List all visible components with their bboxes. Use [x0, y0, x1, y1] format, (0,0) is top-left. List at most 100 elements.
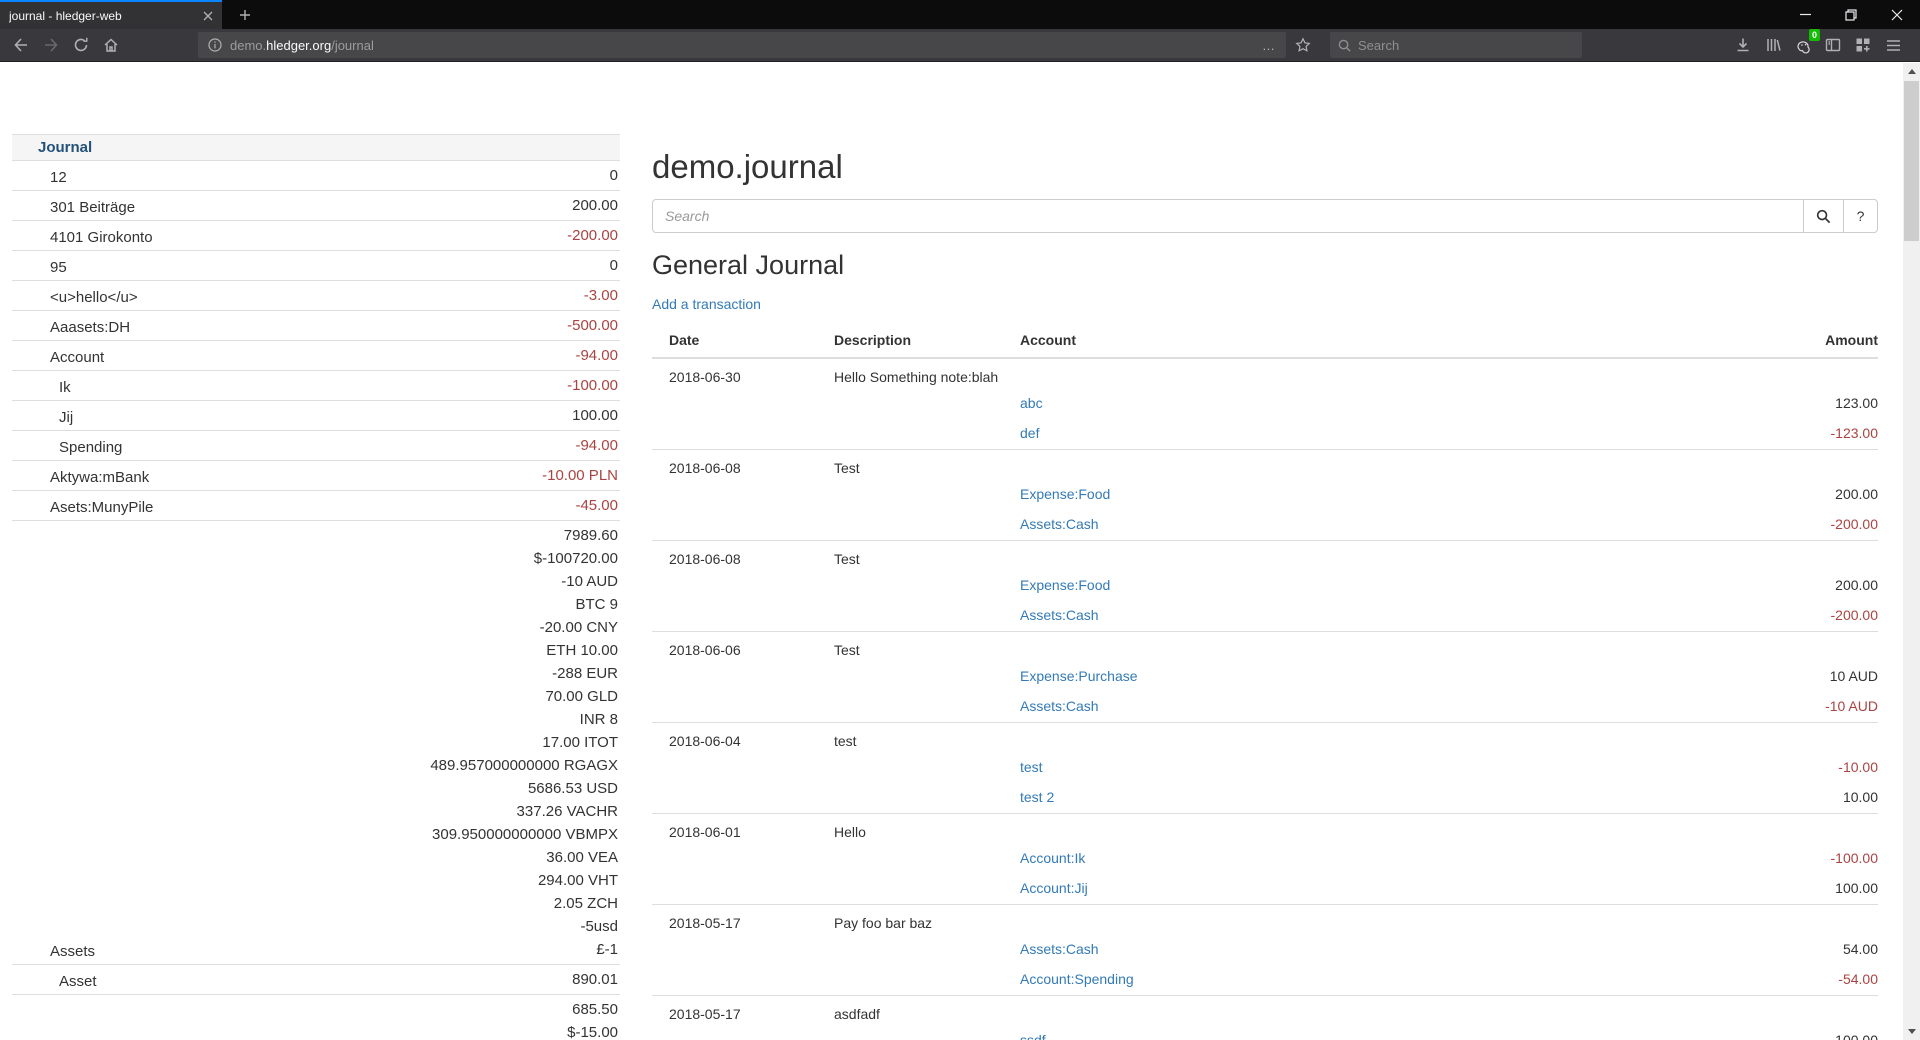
- page-actions-icon[interactable]: …: [1262, 38, 1276, 53]
- posting-account-cell: Assets:Cash: [1020, 601, 1648, 632]
- spacer-cell: [652, 965, 834, 996]
- tab-close-icon[interactable]: [203, 11, 213, 21]
- journal-search-button[interactable]: [1804, 199, 1844, 233]
- home-button[interactable]: [96, 32, 126, 58]
- scrollbar-thumb[interactable]: [1904, 81, 1919, 241]
- posting-account-link[interactable]: Assets:Cash: [1020, 698, 1099, 714]
- posting-account-link[interactable]: Expense:Food: [1020, 577, 1110, 593]
- sidebar-account-name[interactable]: 301 Beiträge: [12, 191, 272, 221]
- posting-account-link[interactable]: test 2: [1020, 789, 1054, 805]
- posting-account-link[interactable]: ssdf: [1020, 1032, 1046, 1040]
- spacer-cell: [1648, 358, 1878, 389]
- window-close-button[interactable]: [1874, 0, 1920, 29]
- transaction-description: Hello Something note:blah: [834, 358, 1020, 389]
- new-tab-button[interactable]: [232, 4, 258, 26]
- sidebar-account-balance: -500.00: [272, 311, 620, 341]
- sidebar-account-name[interactable]: Cash: [12, 995, 272, 1040]
- sidebar-account-row: Asets:MunyPile-45.00: [12, 491, 620, 521]
- site-info-icon[interactable]: [208, 38, 222, 52]
- transaction-row[interactable]: 2018-05-17Pay foo bar baz: [652, 905, 1878, 936]
- sidebar-account-name[interactable]: 12: [12, 161, 272, 191]
- sidebar-account-name[interactable]: Spending: [12, 431, 272, 461]
- forward-button[interactable]: [36, 32, 66, 58]
- spacer-cell: [1020, 632, 1648, 663]
- add-transaction-link[interactable]: Add a transaction: [652, 296, 761, 312]
- page-scrollbar[interactable]: [1903, 63, 1920, 1040]
- sidebar-account-name[interactable]: <u>hello</u>: [12, 281, 272, 311]
- window-minimize-button[interactable]: [1782, 0, 1828, 29]
- posting-account-link[interactable]: Account:Ik: [1020, 850, 1085, 866]
- posting-account-link[interactable]: Account:Spending: [1020, 971, 1134, 987]
- posting-account-link[interactable]: Account:Jij: [1020, 880, 1088, 896]
- reload-button[interactable]: [66, 32, 96, 58]
- posting-account-link[interactable]: Assets:Cash: [1020, 516, 1099, 532]
- spacer-cell: [652, 662, 834, 692]
- url-bar[interactable]: demo.hledger.org/journal …: [198, 32, 1286, 58]
- spacer-cell: [1648, 632, 1878, 663]
- browser-tab[interactable]: journal - hledger-web: [0, 0, 222, 29]
- posting-account-link[interactable]: Expense:Purchase: [1020, 668, 1138, 684]
- posting-amount: 200.00: [1648, 480, 1878, 510]
- sidebars-icon[interactable]: [1818, 32, 1848, 58]
- sidebar-account-name[interactable]: Aaasets:DH: [12, 311, 272, 341]
- posting-account-link[interactable]: abc: [1020, 395, 1043, 411]
- sidebar-account-balance: 890.01: [272, 965, 620, 995]
- menu-hamburger-icon[interactable]: [1878, 32, 1908, 58]
- back-button[interactable]: [6, 32, 36, 58]
- posting-account-link[interactable]: Assets:Cash: [1020, 607, 1099, 623]
- extension-icon[interactable]: 0: [1788, 32, 1818, 58]
- journal-search-input[interactable]: [652, 199, 1804, 233]
- apps-grid-icon[interactable]: [1848, 32, 1878, 58]
- column-header-amount: Amount: [1648, 325, 1878, 358]
- posting-amount: -54.00: [1648, 965, 1878, 996]
- transaction-row[interactable]: 2018-06-06Test: [652, 632, 1878, 663]
- sidebar-account-name[interactable]: Ik: [12, 371, 272, 401]
- bookmark-star-icon[interactable]: [1288, 32, 1318, 58]
- scrollbar-up-icon[interactable]: [1903, 63, 1920, 80]
- sidebar-account-balance: -3.00: [272, 281, 620, 311]
- transaction-date: 2018-06-08: [652, 541, 834, 572]
- sidebar-account-name[interactable]: Jij: [12, 401, 272, 431]
- spacer-cell: [652, 389, 834, 419]
- download-icon[interactable]: [1728, 32, 1758, 58]
- transaction-row[interactable]: 2018-05-17asdfadf: [652, 996, 1878, 1027]
- sidebar-account-row: Assets7989.60$-100720.00-10 AUDBTC 9-20.…: [12, 521, 620, 965]
- spacer-cell: [1020, 541, 1648, 572]
- sidebar-account-name[interactable]: Account: [12, 341, 272, 371]
- spacer-cell: [1020, 723, 1648, 754]
- window-restore-button[interactable]: [1828, 0, 1874, 29]
- sidebar-account-balance: 7989.60$-100720.00-10 AUDBTC 9-20.00 CNY…: [272, 521, 620, 965]
- sidebar-account-name[interactable]: Assets: [12, 521, 272, 965]
- sidebar-account-name[interactable]: Asets:MunyPile: [12, 491, 272, 521]
- transactions-body: 2018-06-30Hello Something note:blahabc12…: [652, 358, 1878, 1040]
- spacer-cell: [652, 783, 834, 814]
- extension-badge: 0: [1809, 29, 1820, 41]
- posting-account-link[interactable]: test: [1020, 759, 1043, 775]
- posting-amount: 100.00: [1648, 1026, 1878, 1040]
- transaction-row[interactable]: 2018-06-30Hello Something note:blah: [652, 358, 1878, 389]
- scrollbar-down-icon[interactable]: [1903, 1023, 1920, 1040]
- posting-account-link[interactable]: Assets:Cash: [1020, 941, 1099, 957]
- sidebar-account-row: 950: [12, 251, 620, 281]
- spacer-cell: [1020, 814, 1648, 845]
- transactions-header-row: Date Description Account Amount: [652, 325, 1878, 358]
- spacer-cell: [652, 419, 834, 450]
- transaction-row[interactable]: 2018-06-08Test: [652, 450, 1878, 481]
- transaction-row[interactable]: 2018-06-01Hello: [652, 814, 1878, 845]
- transaction-row[interactable]: 2018-06-08Test: [652, 541, 1878, 572]
- posting-row: def-123.00: [652, 419, 1878, 450]
- posting-account-link[interactable]: def: [1020, 425, 1039, 441]
- sidebar-account-name[interactable]: Asset: [12, 965, 272, 995]
- sidebar-account-name[interactable]: Aktywa:mBank: [12, 461, 272, 491]
- spacer-cell: [834, 1026, 1020, 1040]
- sidebar-journal-link[interactable]: Journal: [38, 139, 92, 156]
- sidebar-account-row: Spending-94.00: [12, 431, 620, 461]
- search-help-button[interactable]: ?: [1844, 199, 1878, 233]
- sidebar-account-name[interactable]: 95: [12, 251, 272, 281]
- sidebar-account-row: Aaasets:DH-500.00: [12, 311, 620, 341]
- transaction-row[interactable]: 2018-06-04test: [652, 723, 1878, 754]
- posting-account-link[interactable]: Expense:Food: [1020, 486, 1110, 502]
- sidebar-account-name[interactable]: 4101 Girokonto: [12, 221, 272, 251]
- quick-search-bar[interactable]: Search: [1330, 32, 1582, 58]
- library-icon[interactable]: [1758, 32, 1788, 58]
